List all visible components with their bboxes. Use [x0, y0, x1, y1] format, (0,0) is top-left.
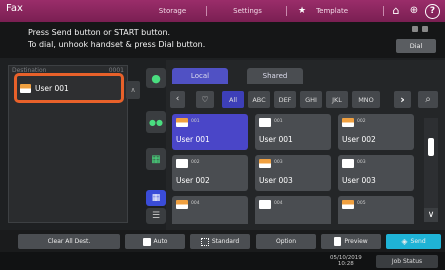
destination-scroll-up[interactable]: ∧	[126, 81, 140, 99]
storage-button[interactable]: Storage	[140, 3, 207, 19]
dial-button[interactable]: Dial	[396, 39, 436, 53]
contact-card[interactable]: 001 User 001	[255, 114, 331, 150]
contact-name: User 003	[342, 176, 376, 185]
contact-card[interactable]: 005	[338, 196, 414, 224]
contact-card[interactable]: 004	[255, 196, 331, 224]
grid-view-button[interactable]: ▦	[146, 190, 166, 206]
destination-item[interactable]: User 001	[20, 82, 115, 95]
contact-number: 004	[274, 201, 283, 206]
email-icon	[259, 200, 271, 209]
group-icon: ●●	[149, 117, 163, 127]
contact-name: User 001	[176, 135, 210, 144]
contact-name: User 003	[259, 176, 293, 185]
standard-button[interactable]: Standard	[190, 234, 250, 249]
filter-jkl[interactable]: JKL	[326, 91, 348, 108]
preview-icon	[334, 237, 342, 246]
favorite-filter[interactable]: ♡	[196, 91, 214, 108]
clear-all-destinations-button[interactable]: Clear All Dest.	[18, 234, 120, 249]
email-icon	[259, 118, 271, 127]
auto-label: Auto	[153, 238, 168, 245]
standard-label: Standard	[211, 238, 240, 245]
search-button[interactable]: ⌕	[418, 91, 438, 108]
filter-abc[interactable]: ABC	[248, 91, 270, 108]
filter-mno[interactable]: MNO	[352, 91, 380, 108]
option-button[interactable]: Option	[256, 234, 316, 249]
fax-icon	[342, 200, 354, 209]
home-icon[interactable]: ⌂	[388, 4, 404, 18]
template-button[interactable]: ★ Template	[290, 3, 384, 19]
settings-button[interactable]: Settings	[210, 3, 287, 19]
filter-next-button[interactable]: ›	[394, 91, 411, 108]
send-label: Send	[410, 238, 426, 245]
group-tab[interactable]: ●●	[146, 111, 166, 133]
contact-card[interactable]: 003 User 003	[338, 155, 414, 191]
filter-all[interactable]: All	[222, 91, 244, 108]
grid-icon: ▦	[151, 193, 161, 203]
preview-label: Preview	[344, 238, 368, 245]
filter-def[interactable]: DEF	[274, 91, 296, 108]
send-button[interactable]: ◈ Send	[386, 234, 441, 249]
contact-number: 003	[357, 160, 366, 165]
scroll-thumb[interactable]	[428, 138, 434, 156]
fax-icon	[20, 84, 31, 93]
contact-card[interactable]: 002 User 002	[172, 155, 248, 191]
tab-shared[interactable]: Shared	[247, 68, 303, 84]
list-icon: ☰	[151, 211, 161, 221]
contact-grid: 001 User 001 001 User 001 002 User 002 002 User…	[172, 114, 422, 224]
resolution-icon	[142, 237, 151, 246]
contact-number: 002	[191, 160, 200, 165]
template-label: Template	[316, 7, 349, 15]
contact-name: User 002	[342, 135, 376, 144]
contact-number: 004	[191, 201, 200, 206]
quality-icon	[200, 237, 209, 246]
contact-card[interactable]: 001 User 001	[172, 114, 248, 150]
grid-scroll-down[interactable]: ∨	[424, 208, 438, 222]
message-line-1: Press Send button or START button.	[28, 28, 171, 37]
globe-icon[interactable]: ⊕	[406, 4, 422, 18]
auto-button[interactable]: Auto	[125, 234, 185, 249]
email-icon	[342, 159, 354, 168]
filter-prev-button[interactable]: ‹	[170, 91, 185, 108]
fax-icon	[176, 118, 188, 127]
person-icon: ●	[151, 71, 161, 85]
preview-button[interactable]: Preview	[321, 234, 381, 249]
ldap-icon: ▦	[151, 153, 161, 165]
handset-indicator	[405, 26, 435, 36]
star-icon: ★	[298, 6, 307, 16]
contact-number: 001	[191, 119, 200, 124]
contact-card[interactable]: 002 User 002	[338, 114, 414, 150]
fax-icon	[342, 118, 354, 127]
contact-card[interactable]: 004	[172, 196, 248, 224]
app-title: Fax	[6, 3, 23, 14]
destination-item-label: User 001	[35, 84, 69, 93]
send-icon: ◈	[401, 237, 408, 246]
filter-ghi[interactable]: GHI	[300, 91, 322, 108]
person-tab[interactable]: ●	[146, 68, 166, 88]
tab-local[interactable]: Local	[172, 68, 228, 84]
search-icon: ⌕	[425, 94, 431, 105]
grid-scrollbar[interactable]	[424, 118, 438, 220]
contact-card[interactable]: 003 User 003	[255, 155, 331, 191]
fax-icon	[259, 159, 271, 168]
job-status-button[interactable]: Job Status	[376, 255, 438, 268]
email-icon	[176, 159, 188, 168]
time-label: 10:28	[337, 261, 354, 267]
fax-icon	[176, 200, 188, 209]
contact-name: User 001	[259, 135, 293, 144]
help-icon[interactable]: ?	[425, 4, 440, 19]
contact-name: User 002	[176, 176, 210, 185]
contact-number: 005	[357, 201, 366, 206]
search-tab[interactable]: ▦	[146, 148, 166, 170]
contact-number: 002	[357, 119, 366, 124]
heart-icon: ♡	[201, 95, 209, 104]
contact-number: 001	[274, 119, 283, 124]
list-view-button[interactable]: ☰	[146, 208, 166, 224]
contact-number: 003	[274, 160, 283, 165]
clock: 05/10/2019 10:28	[330, 255, 362, 267]
message-line-2: To dial, unhook handset & press Dial but…	[28, 40, 206, 49]
